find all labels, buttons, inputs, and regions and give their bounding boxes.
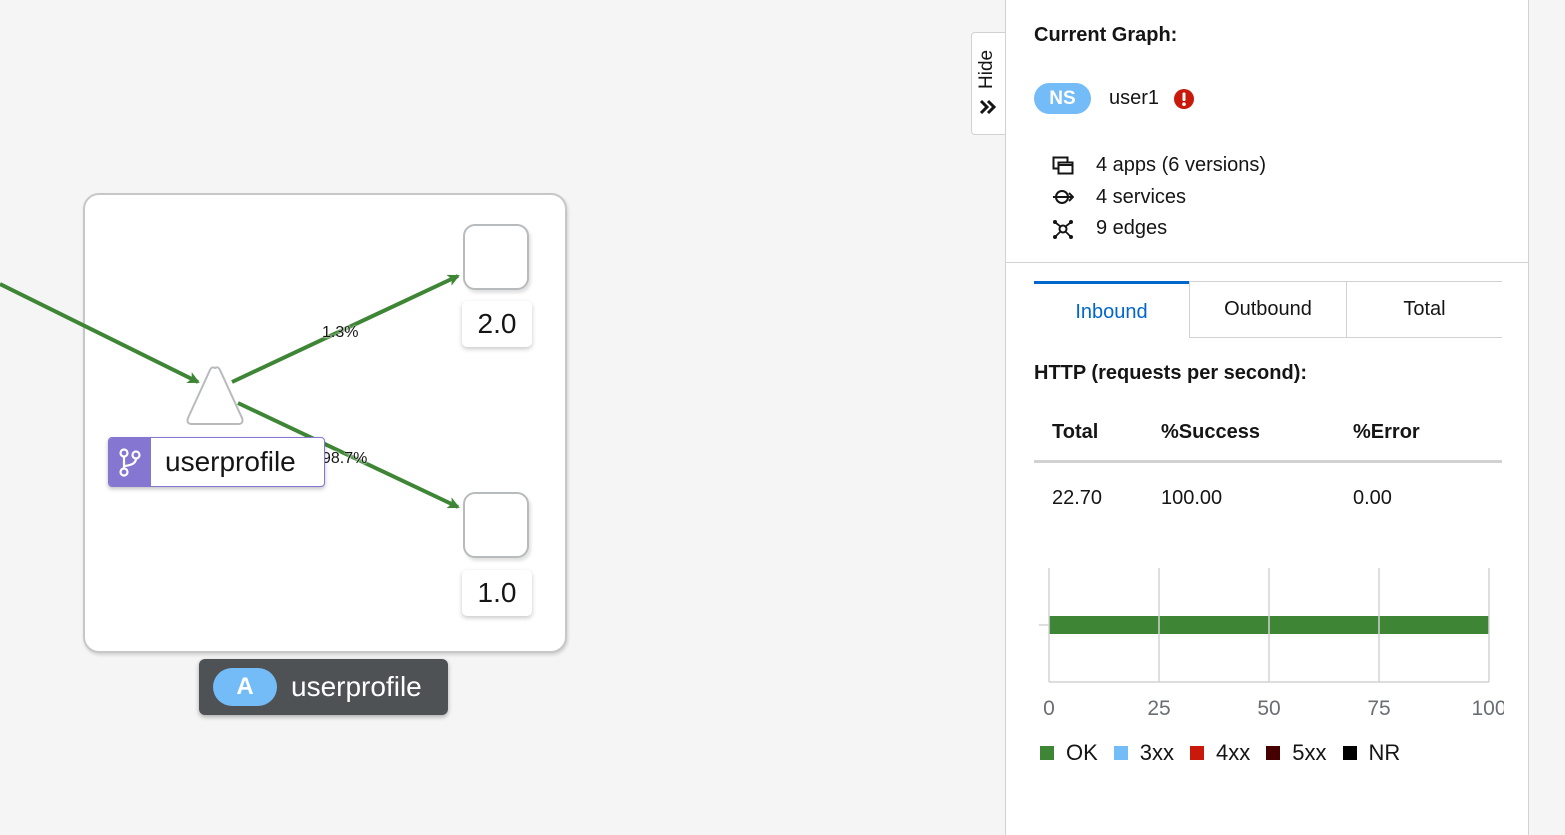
tab-inbound[interactable]: Inbound	[1034, 281, 1189, 340]
x-tick-label-75: 75	[1367, 697, 1390, 720]
legend-label-5xx: 5xx	[1292, 740, 1327, 765]
cell-error: 0.00	[1353, 486, 1392, 509]
version-label-v1: 1.0	[462, 570, 532, 616]
chart-legend: OK 3xx 4xx 5xx NR	[1040, 740, 1416, 766]
stat-apps: 4 apps (6 versions)	[1052, 150, 1266, 182]
legend-swatch-5xx	[1266, 746, 1281, 760]
panel-divider	[1006, 262, 1528, 263]
service-label[interactable]: userprofile	[108, 437, 325, 487]
topology-icon	[1052, 218, 1082, 240]
hide-label: Hide	[976, 49, 997, 89]
x-tick-label-0: 0	[1043, 697, 1055, 720]
header-error: %Error	[1353, 421, 1420, 443]
stat-services-text: 4 services	[1096, 185, 1187, 208]
legend-swatch-4xx	[1190, 746, 1205, 760]
edge-label-v2: 1.3%	[322, 324, 359, 341]
app-badge: A	[213, 668, 277, 706]
service-node[interactable]	[186, 366, 244, 425]
header-total: Total	[1052, 421, 1099, 443]
legend-label-ok: OK	[1066, 740, 1098, 765]
legend-swatch-3xx	[1113, 746, 1128, 760]
stat-edges-text: 9 edges	[1096, 217, 1168, 240]
app-box-label[interactable]: A userprofile	[199, 659, 448, 715]
traffic-tabs: Inbound Outbound Total	[1034, 281, 1502, 340]
stat-services: 4 services	[1052, 182, 1266, 214]
cell-success: 100.00	[1161, 486, 1223, 509]
legend-label-3xx: 3xx	[1139, 740, 1175, 765]
header-success: %Success	[1161, 421, 1260, 443]
legend-swatch-nr	[1342, 746, 1357, 760]
tab-outbound[interactable]: Outbound	[1189, 281, 1347, 338]
version-label-v2: 2.0	[462, 301, 532, 347]
service-label-text: userprofile	[165, 446, 296, 477]
http-status-bar-chart: 0 25 50 75 100	[1039, 568, 1504, 720]
services-icon	[1052, 187, 1082, 207]
namespace-badge: NS	[1034, 83, 1091, 114]
app-box-label-text: userprofile	[291, 671, 422, 702]
workload-node-v2[interactable]	[463, 224, 529, 290]
hide-panel-button[interactable]: Hide	[971, 32, 1005, 135]
table-row: 22.70 100.00 0.00	[1034, 463, 1502, 533]
x-tick-label-25: 25	[1147, 697, 1170, 720]
stat-apps-text: 4 apps (6 versions)	[1096, 154, 1267, 177]
summary-panel: Current Graph: NS user1 4 apps (6 versio…	[1005, 0, 1529, 835]
legend-item-nr[interactable]: NR	[1342, 740, 1401, 766]
table-header: Total %Success %Error	[1034, 405, 1502, 463]
panel-title: Current Graph:	[1034, 24, 1178, 46]
edge-label-v1: 98.7%	[322, 450, 368, 467]
legend-item-4xx[interactable]: 4xx	[1190, 740, 1250, 766]
legend-label-4xx: 4xx	[1216, 740, 1251, 765]
cell-total: 22.70	[1052, 486, 1103, 509]
http-section-title: HTTP (requests per second):	[1034, 362, 1308, 384]
stat-edges: 9 edges	[1052, 213, 1266, 245]
x-tick-label-100: 100	[1471, 697, 1504, 720]
namespace-row: NS user1	[1034, 83, 1195, 114]
namespace-name[interactable]: user1	[1109, 87, 1159, 110]
legend-label-nr: NR	[1368, 740, 1401, 765]
legend-item-5xx[interactable]: 5xx	[1266, 740, 1327, 766]
edge-incoming[interactable]	[0, 282, 200, 384]
http-rates-table: Total %Success %Error 22.70 100.00 0.00	[1034, 405, 1502, 533]
exclamation-circle-icon[interactable]	[1173, 88, 1195, 110]
graph-stats: 4 apps (6 versions) 4 services 9 edges	[1052, 150, 1266, 245]
legend-item-ok[interactable]: OK	[1040, 740, 1098, 766]
tab-total[interactable]: Total	[1347, 281, 1502, 338]
x-tick-label-50: 50	[1257, 697, 1280, 720]
virtual-service-branch-icon	[109, 438, 151, 486]
graph-edges	[0, 274, 460, 509]
workload-node-v1[interactable]	[463, 492, 529, 558]
graph-canvas[interactable]: 1.3% 98.7% 2.0 1.0 userprofile A userpro…	[0, 0, 1005, 835]
legend-swatch-ok	[1040, 746, 1054, 760]
double-chevron-right-icon	[979, 99, 997, 120]
applications-icon	[1052, 156, 1082, 176]
legend-item-3xx[interactable]: 3xx	[1113, 740, 1175, 766]
